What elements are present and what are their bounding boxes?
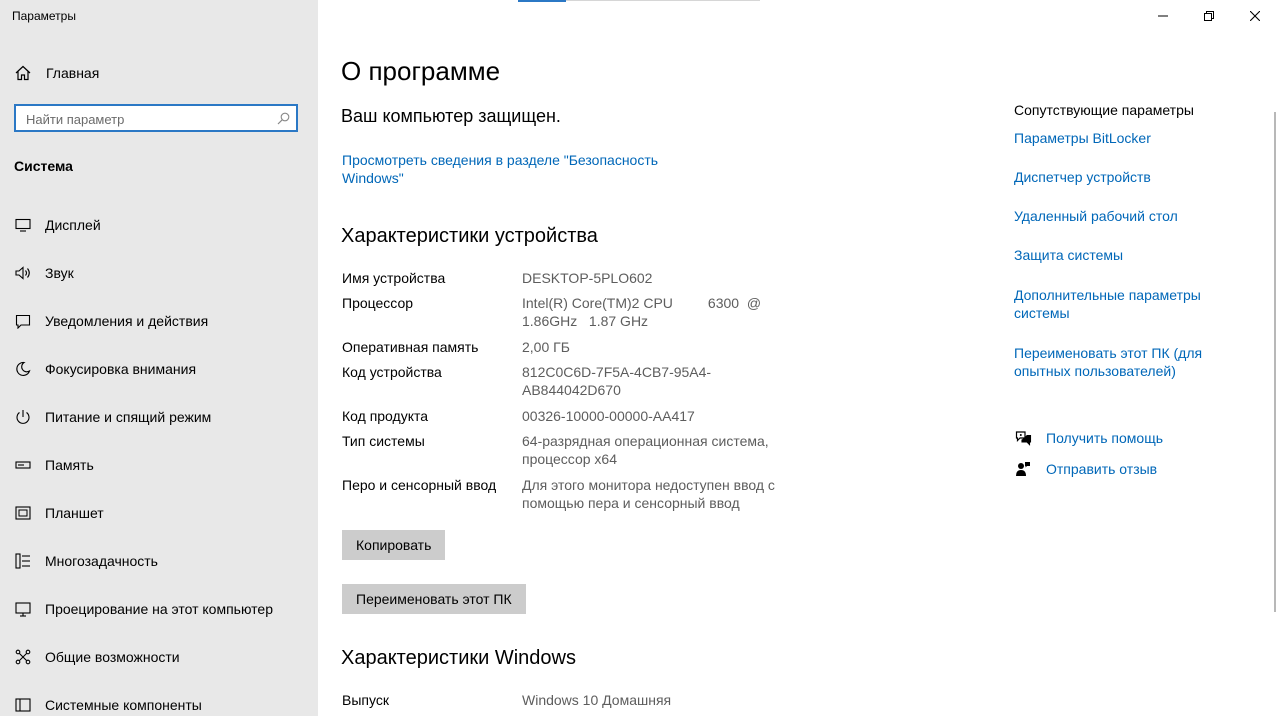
spec-key: Код продукта (342, 408, 429, 424)
close-button[interactable] (1232, 0, 1278, 32)
minimize-icon (1158, 15, 1168, 17)
top-accent-line (518, 0, 566, 2)
notifications-icon (14, 312, 32, 330)
spec-value: Для этого монитора недоступен ввод с пом… (522, 477, 775, 511)
sidebar-item-system-components[interactable]: Системные компоненты (14, 693, 314, 717)
close-icon (1250, 11, 1260, 21)
advanced-system-settings-link[interactable]: Дополнительные параметры системы (1014, 286, 1214, 322)
spec-value: DESKTOP-5PLO602 (522, 270, 653, 286)
window-controls (1140, 0, 1278, 32)
sidebar-item-multitasking[interactable]: Многозадачность (14, 549, 314, 573)
projecting-icon (14, 600, 32, 618)
page-title: О программе (341, 56, 501, 86)
remote-desktop-link[interactable]: Удаленный рабочий стол (1014, 207, 1234, 225)
related-settings-heading: Сопутствующие параметры (1014, 102, 1194, 118)
sidebar-item-shared-experiences[interactable]: Общие возможности (14, 645, 314, 669)
spec-value: Intel(R) Core(TM)2 CPU 6300 @ 1.86GHz 1.… (522, 295, 765, 329)
protection-status-heading: Ваш компьютер защищен. (341, 106, 561, 126)
search-input[interactable] (26, 110, 266, 128)
device-specs-heading: Характеристики устройства (341, 225, 598, 247)
sidebar: Параметры Главная Система Дисплей Звук У… (0, 0, 318, 716)
spec-key: Код устройства (342, 364, 442, 380)
search-icon[interactable] (277, 112, 290, 125)
sidebar-item-label: Уведомления и действия (45, 313, 209, 329)
spec-key: Выпуск (342, 692, 389, 708)
sidebar-item-notifications[interactable]: Уведомления и действия (14, 309, 314, 333)
restore-icon (1204, 11, 1214, 21)
rename-pc-button[interactable]: Переименовать этот ПК (342, 584, 526, 614)
spec-key: Перо и сенсорный ввод (342, 477, 497, 493)
spec-value: 2,00 ГБ (522, 339, 570, 355)
windows-security-link[interactable]: Просмотреть сведения в разделе "Безопасн… (342, 151, 682, 187)
get-help-icon (1014, 430, 1032, 446)
rename-pc-advanced-link[interactable]: Переименовать этот ПК (для опытных польз… (1014, 344, 1224, 380)
app-title: Параметры (12, 9, 76, 23)
sidebar-item-label: Память (45, 457, 94, 473)
power-icon (14, 408, 32, 426)
sidebar-item-label: Дисплей (45, 217, 101, 233)
sidebar-item-tablet[interactable]: Планшет (14, 501, 314, 525)
spec-value: 64-разрядная операционная система, проце… (522, 433, 769, 467)
sidebar-item-label: Планшет (45, 505, 104, 521)
sidebar-item-label: Системные компоненты (45, 697, 202, 713)
sidebar-item-home-label: Главная (46, 65, 100, 81)
spec-key: Процессор (342, 295, 414, 311)
search-box[interactable] (14, 104, 298, 132)
spec-value: 00326-10000-00000-AA417 (522, 408, 695, 424)
sidebar-item-label: Питание и спящий режим (45, 409, 212, 425)
section-header: Система (14, 158, 73, 174)
display-icon (14, 216, 32, 234)
sidebar-item-label: Фокусировка внимания (45, 361, 197, 377)
device-manager-link[interactable]: Диспетчер устройств (1014, 168, 1234, 186)
feedback-item[interactable]: Отправить отзыв (1014, 459, 1157, 479)
sidebar-item-projecting[interactable]: Проецирование на этот компьютер (14, 597, 314, 621)
sidebar-item-focus-assist[interactable]: Фокусировка внимания (14, 357, 314, 381)
multitasking-icon (14, 552, 32, 570)
spec-key: Тип системы (342, 433, 425, 449)
sidebar-item-home[interactable]: Главная (14, 62, 99, 84)
system-protection-link[interactable]: Защита системы (1014, 246, 1234, 264)
scrollbar[interactable] (1274, 112, 1276, 612)
bitlocker-settings-link[interactable]: Параметры BitLocker (1014, 129, 1234, 147)
system-components-icon (14, 696, 32, 714)
sidebar-item-label: Проецирование на этот компьютер (45, 601, 273, 617)
home-icon (15, 65, 31, 81)
feedback-icon (1014, 461, 1032, 477)
shared-experiences-icon (14, 648, 32, 666)
tablet-icon (14, 504, 32, 522)
sidebar-item-label: Многозадачность (45, 553, 158, 569)
send-feedback-link[interactable]: Отправить отзыв (1046, 461, 1157, 477)
sidebar-item-power[interactable]: Питание и спящий режим (14, 405, 314, 429)
sidebar-item-label: Общие возможности (45, 649, 180, 665)
sidebar-item-sound[interactable]: Звук (14, 261, 314, 285)
top-divider-line (566, 0, 760, 1)
restore-button[interactable] (1186, 0, 1232, 32)
copy-button[interactable]: Копировать (342, 530, 446, 560)
sidebar-item-storage[interactable]: Память (14, 453, 314, 477)
minimize-button[interactable] (1140, 0, 1186, 32)
windows-specs-heading: Характеристики Windows (341, 647, 576, 669)
spec-value: 812C0C6D-7F5A-4CB7-95A4-AB844042D670 (522, 364, 712, 398)
storage-icon (14, 456, 32, 474)
focus-assist-icon (14, 360, 32, 378)
spec-key: Имя устройства (342, 270, 446, 286)
sidebar-item-display[interactable]: Дисплей (14, 213, 314, 237)
sound-icon (14, 264, 32, 282)
spec-value: Windows 10 Домашняя (522, 692, 672, 708)
get-help-item[interactable]: Получить помощь (1014, 428, 1163, 448)
spec-key: Оперативная память (342, 339, 479, 355)
sidebar-item-label: Звук (45, 265, 74, 281)
get-help-link[interactable]: Получить помощь (1046, 430, 1163, 446)
